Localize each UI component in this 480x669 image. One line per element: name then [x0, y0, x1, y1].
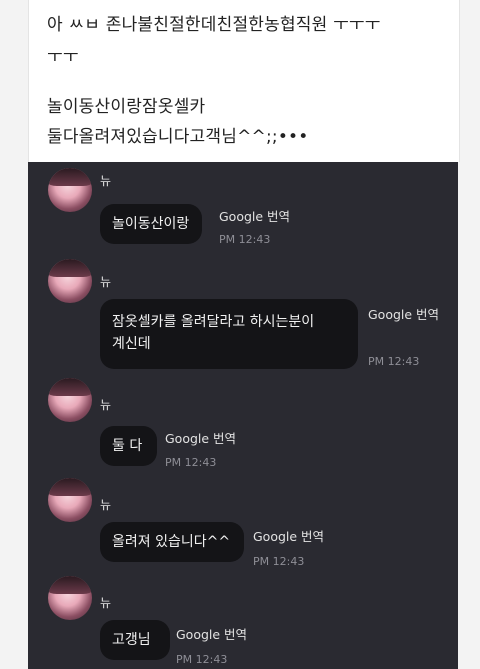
sender-name: 뉴 [100, 596, 112, 610]
post-text-line-4: 둘다올려져있습니다고객님^^;;••• [47, 127, 309, 147]
message-text: 올려져 있습니다^^ [112, 534, 231, 550]
message-timestamp: PM 12:43 [176, 653, 228, 666]
message-text: 잠옷셀카를 올려달라고 하시는분이 [112, 314, 315, 330]
message-text: 놀이동산이랑 [112, 216, 190, 232]
avatar [48, 378, 92, 422]
translate-button[interactable]: Google 번역 [368, 304, 439, 323]
post-text-line-2: ㅜㅜ [47, 47, 79, 67]
avatar [48, 478, 92, 522]
sender-name: 뉴 [100, 275, 112, 289]
avatar [48, 168, 92, 212]
message-bubble: 놀이동산이랑 [100, 204, 202, 244]
post-text-line-1: 아 ㅆㅂ 존나불친절한데친절한농협직원 ㅜㅜㅜ [47, 15, 381, 35]
avatar [48, 576, 92, 620]
sender-name: 뉴 [100, 174, 112, 188]
post-text-line-3: 놀이동산이랑잠옷셀카 [47, 97, 206, 117]
chat-screenshot: 뉴 놀이동산이랑 Google 번역 PM 12:43 뉴 잠옷셀카를 올려달라… [28, 162, 458, 669]
message-bubble: 잠옷셀카를 올려달라고 하시는분이 계신데 [100, 299, 358, 369]
translate-button[interactable]: Google 번역 [176, 624, 247, 643]
message-bubble: 고갱님 [100, 620, 170, 660]
message-text: 고갱님 [112, 632, 151, 648]
message-bubble: 둘 다 [100, 426, 157, 466]
translate-button[interactable]: Google 번역 [165, 428, 236, 447]
message-timestamp: PM 12:43 [165, 456, 217, 469]
message-timestamp: PM 12:43 [368, 355, 420, 368]
message-text: 둘 다 [112, 438, 143, 454]
message-text: 계신데 [112, 336, 151, 352]
message-timestamp: PM 12:43 [253, 555, 305, 568]
sender-name: 뉴 [100, 498, 112, 512]
message-timestamp: PM 12:43 [219, 233, 271, 246]
sender-name: 뉴 [100, 398, 112, 412]
translate-button[interactable]: Google 번역 [219, 206, 290, 225]
translate-button[interactable]: Google 번역 [253, 526, 324, 545]
message-bubble: 올려져 있습니다^^ [100, 522, 244, 562]
avatar [48, 259, 92, 303]
post-card: 아 ㅆㅂ 존나불친절한데친절한농협직원 ㅜㅜㅜ ㅜㅜ 놀이동산이랑잠옷셀카 둘다… [28, 0, 460, 162]
